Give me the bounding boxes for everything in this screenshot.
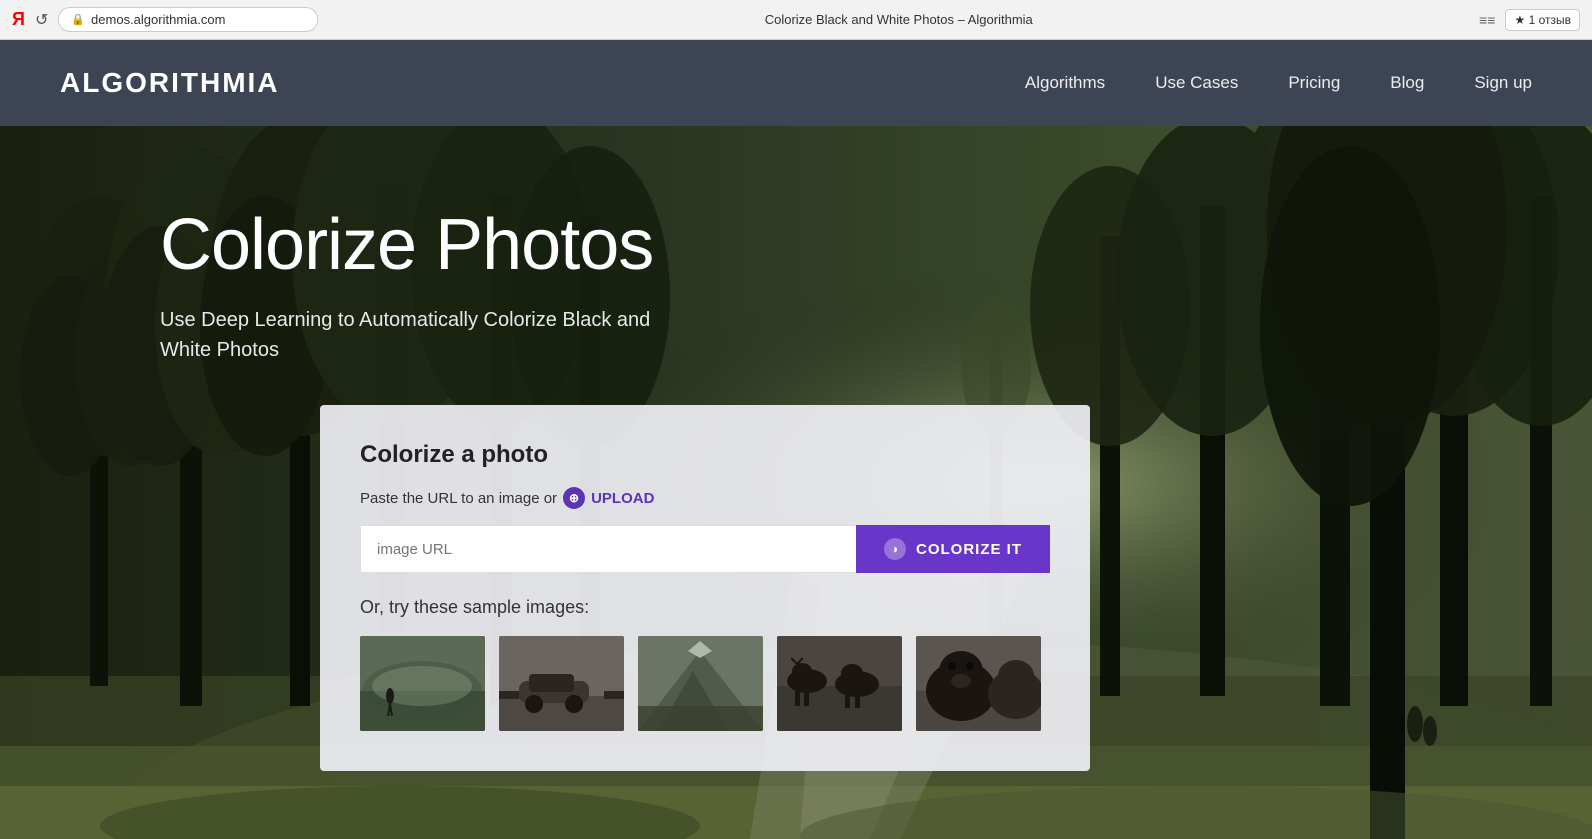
site-logo[interactable]: ALGORITHMIA [60,67,1025,99]
site-nav: Algorithms Use Cases Pricing Blog Sign u… [1025,73,1532,93]
colorize-button-label: COLORIZE IT [916,541,1022,558]
sample-image-5[interactable] [916,636,1041,731]
sample-image-4[interactable] [777,636,902,731]
nav-algorithms[interactable]: Algorithms [1025,73,1105,93]
url-text: demos.algorithmia.com [91,12,225,27]
nav-blog[interactable]: Blog [1390,73,1424,93]
hero-subtitle: Use Deep Learning to Automatically Color… [160,305,680,365]
sample-image-3[interactable] [638,636,763,731]
url-bar[interactable]: 🔒 demos.algorithmia.com [58,7,318,32]
upload-circle-icon: ⊕ [563,487,585,509]
hero-content: Colorize Photos Use Deep Learning to Aut… [0,126,1592,771]
sample-images-row [360,636,1050,731]
nav-signup[interactable]: Sign up [1474,73,1532,93]
nav-pricing[interactable]: Pricing [1288,73,1340,93]
input-row: ◑ COLORIZE IT [360,525,1050,573]
sample-label: Or, try these sample images: [360,597,1050,618]
nav-use-cases[interactable]: Use Cases [1155,73,1238,93]
page-title-tab: Colorize Black and White Photos – Algori… [328,12,1469,27]
upload-row: Paste the URL to an image or ⊕ UPLOAD [360,487,1050,509]
upload-link[interactable]: UPLOAD [591,490,654,507]
widget-title: Colorize a photo [360,441,1050,469]
site-header: ALGORITHMIA Algorithms Use Cases Pricing… [0,40,1592,126]
sample-image-2[interactable] [499,636,624,731]
hero-section: Colorize Photos Use Deep Learning to Aut… [0,126,1592,839]
reader-mode-icon[interactable]: ≡≡ [1479,12,1495,28]
reload-button[interactable]: ↺ [35,10,48,30]
review-button[interactable]: ★ 1 отзыв [1505,9,1580,31]
browser-chrome: Я ↺ 🔒 demos.algorithmia.com Colorize Bla… [0,0,1592,40]
image-url-input[interactable] [360,525,856,573]
yandex-logo[interactable]: Я [12,9,25,30]
sample-image-1[interactable] [360,636,485,731]
colorize-button[interactable]: ◑ COLORIZE IT [856,525,1050,573]
colorize-button-icon: ◑ [884,538,906,560]
lock-icon: 🔒 [71,13,85,26]
widget-card: Colorize a photo Paste the URL to an ima… [320,405,1090,771]
hero-title: Colorize Photos [160,206,1592,285]
upload-label: Paste the URL to an image or [360,490,557,507]
